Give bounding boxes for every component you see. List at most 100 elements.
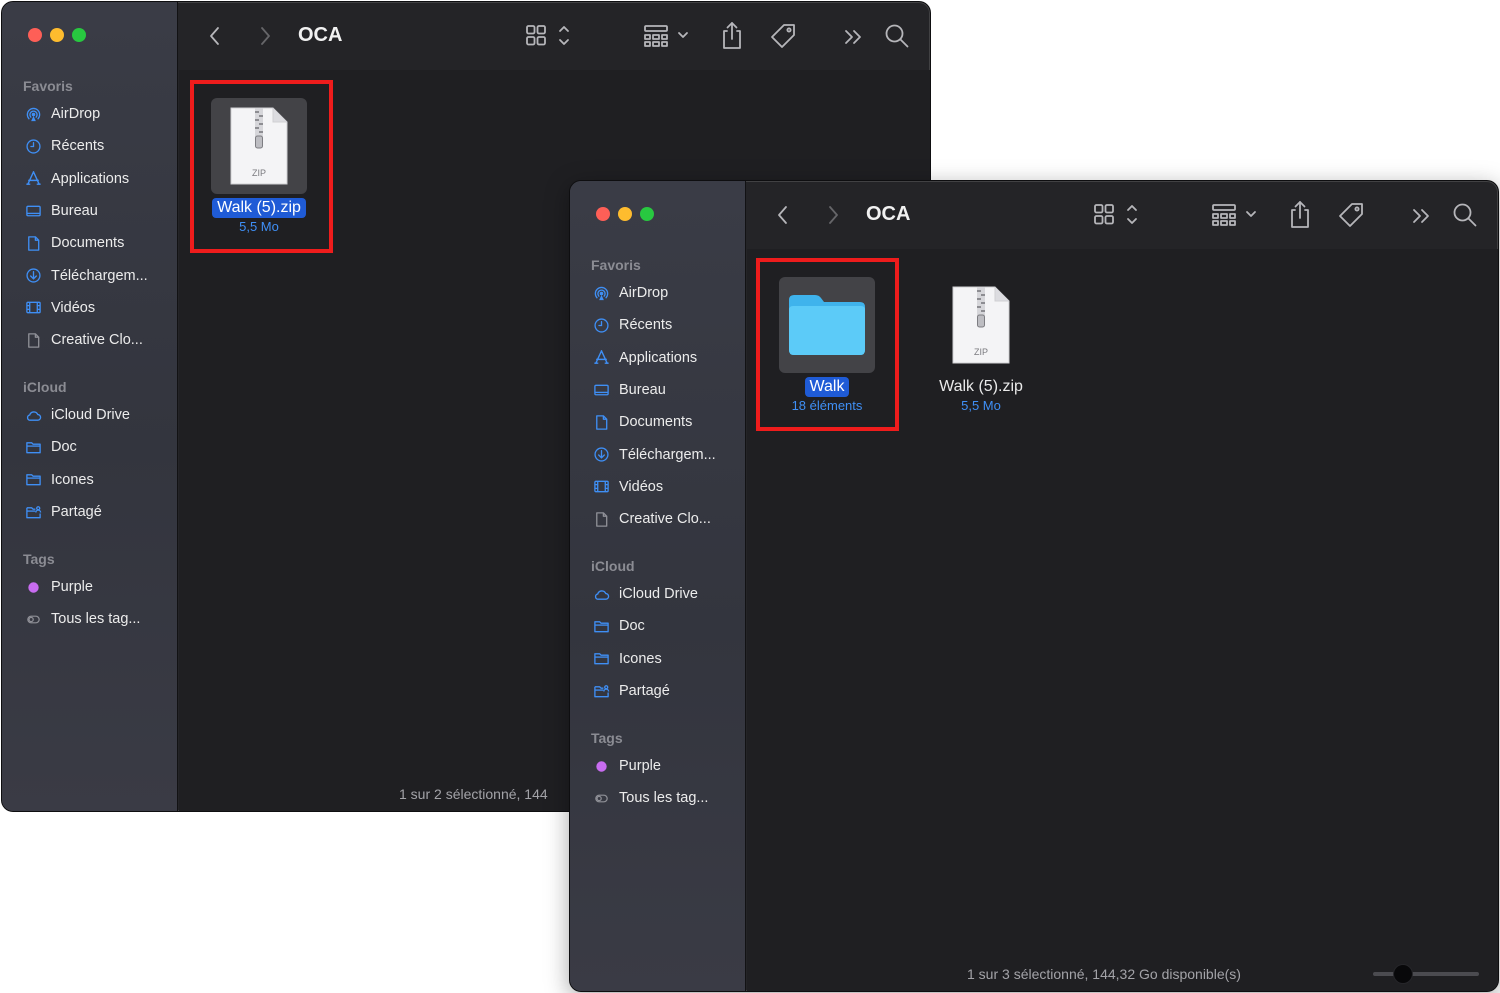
more-button[interactable] xyxy=(841,24,865,50)
search-button[interactable] xyxy=(1451,201,1479,229)
airdrop-icon xyxy=(592,284,610,302)
close-button[interactable] xyxy=(596,207,610,221)
airdrop-icon xyxy=(24,105,42,123)
file-area: Walk 18 éléments ZIP Walk (5).zip 5,5 Mo… xyxy=(747,249,1498,991)
file-item-zip[interactable]: ZIP Walk (5).zip 5,5 Mo xyxy=(921,277,1041,413)
all-tags-icon xyxy=(24,610,42,628)
view-mode-button[interactable] xyxy=(524,22,572,50)
forward-button[interactable] xyxy=(255,22,275,50)
sidebar-item-label: Téléchargem... xyxy=(51,267,148,284)
sidebar-item-label: AirDrop xyxy=(619,285,669,302)
file-thumbnail: ZIP xyxy=(933,277,1029,373)
favorites-list: AirDrop Récents Applications Bureau Document… xyxy=(2,98,178,356)
file-icon xyxy=(592,510,610,528)
svg-text:ZIP: ZIP xyxy=(974,347,988,357)
zoom-button[interactable] xyxy=(640,207,654,221)
sidebar-item-bureau[interactable]: Bureau xyxy=(570,374,746,406)
group-button[interactable] xyxy=(1210,201,1260,229)
search-button[interactable] xyxy=(883,22,911,50)
view-mode-button[interactable] xyxy=(1092,201,1140,229)
sidebar-item-airdrop[interactable]: AirDrop xyxy=(2,98,178,130)
sidebar-item-icloud-drive[interactable]: iCloud Drive xyxy=(2,399,178,431)
sidebar-item-creative-clo[interactable]: Creative Clo... xyxy=(570,503,746,535)
sidebar-item-applications[interactable]: Applications xyxy=(570,342,746,374)
status-bar-text: 1 sur 2 sélectionné, 144 xyxy=(399,786,548,802)
file-icon xyxy=(24,331,42,349)
search-icon xyxy=(885,24,909,48)
favorites-list: AirDrop Récents Applications Bureau Document… xyxy=(570,277,746,535)
minimize-button[interactable] xyxy=(50,28,64,42)
sidebar-item-doc[interactable]: Doc xyxy=(570,610,746,642)
cloud-icon xyxy=(592,585,610,603)
tags-section: Tags Purple Tous les tag... xyxy=(570,726,746,815)
chevron-left-icon xyxy=(210,27,219,45)
icloud-header: iCloud xyxy=(591,558,635,574)
film-icon xyxy=(592,478,610,496)
favorites-section: Favoris AirDrop Récents Applications Bureau… xyxy=(2,74,178,356)
icloud-list: iCloud Drive Doc Icones Partagé xyxy=(2,399,178,528)
search-icon xyxy=(1453,203,1477,227)
sidebar-item-icones[interactable]: Icones xyxy=(2,464,178,496)
sidebar-item-bureau[interactable]: Bureau xyxy=(2,195,178,227)
group-button[interactable] xyxy=(642,22,692,50)
minimize-button[interactable] xyxy=(618,207,632,221)
back-button[interactable] xyxy=(205,22,225,50)
sidebar: Favoris AirDrop Récents Applications Bureau… xyxy=(2,2,178,811)
sidebar-item-label: Applications xyxy=(619,349,698,366)
download-icon xyxy=(592,446,610,464)
tags-list: Purple Tous les tag... xyxy=(2,571,178,636)
toolbar: OCA xyxy=(747,181,1498,249)
sidebar-item-doc[interactable]: Doc xyxy=(2,431,178,463)
share-button[interactable] xyxy=(1287,199,1313,231)
sidebar-item-applications[interactable]: Applications xyxy=(2,163,178,195)
sidebar-item-partag[interactable]: Partagé xyxy=(2,496,178,528)
purple-dot-icon xyxy=(592,757,610,775)
sidebar-item-documents[interactable]: Documents xyxy=(2,227,178,259)
icon-size-slider[interactable] xyxy=(1373,964,1479,984)
sidebar-item-t-l-chargem[interactable]: Téléchargem... xyxy=(2,259,178,291)
tag-icon xyxy=(771,24,795,48)
forward-button[interactable] xyxy=(823,201,843,229)
sidebar-item-creative-clo[interactable]: Creative Clo... xyxy=(2,324,178,356)
tag-button[interactable] xyxy=(1337,201,1367,229)
red-highlight-box xyxy=(756,258,899,431)
sidebar-item-label: Bureau xyxy=(619,382,666,399)
sidebar-item-label: Icones xyxy=(619,650,662,667)
sidebar-item-t-l-chargem[interactable]: Téléchargem... xyxy=(570,438,746,470)
zoom-button[interactable] xyxy=(72,28,86,42)
icloud-section: iCloud iCloud Drive Doc Icones Partagé xyxy=(570,554,746,707)
sidebar-item-icones[interactable]: Icones xyxy=(570,643,746,675)
file-size: 5,5 Mo xyxy=(961,398,1001,413)
shared-folder-icon xyxy=(592,682,610,700)
toolbar: OCA xyxy=(179,2,930,70)
back-button[interactable] xyxy=(773,201,793,229)
sidebar-item-documents[interactable]: Documents xyxy=(570,406,746,438)
purple-dot-icon xyxy=(24,578,42,596)
sidebar-item-partag[interactable]: Partagé xyxy=(570,675,746,707)
sidebar-item-purple[interactable]: Purple xyxy=(570,750,746,782)
folder-icon xyxy=(24,438,42,456)
sidebar-item-vid-os[interactable]: Vidéos xyxy=(570,471,746,503)
window-title: OCA xyxy=(866,203,911,225)
sidebar-item-airdrop[interactable]: AirDrop xyxy=(570,277,746,309)
tag-icon xyxy=(1339,203,1363,227)
sidebar-item-icloud-drive[interactable]: iCloud Drive xyxy=(570,578,746,610)
sidebar-item-label: Creative Clo... xyxy=(51,332,143,349)
share-button[interactable] xyxy=(719,20,745,52)
sidebar-item-label: Bureau xyxy=(51,203,98,220)
slider-knob[interactable] xyxy=(1392,964,1413,984)
icloud-header: iCloud xyxy=(23,379,67,395)
sidebar-item-vid-os[interactable]: Vidéos xyxy=(2,292,178,324)
grid-view-icon xyxy=(526,25,569,46)
desktop-icon xyxy=(592,381,610,399)
sidebar-item-tous-les-tag[interactable]: Tous les tag... xyxy=(570,782,746,814)
more-button[interactable] xyxy=(1409,203,1433,229)
tag-button[interactable] xyxy=(769,22,799,50)
close-button[interactable] xyxy=(28,28,42,42)
sidebar-item-tous-les-tag[interactable]: Tous les tag... xyxy=(2,603,178,635)
sidebar-item-r-cents[interactable]: Récents xyxy=(570,309,746,341)
sidebar-item-purple[interactable]: Purple xyxy=(2,571,178,603)
sidebar-item-label: Doc xyxy=(51,439,77,456)
sidebar-item-label: Tous les tag... xyxy=(619,790,709,807)
sidebar-item-r-cents[interactable]: Récents xyxy=(2,130,178,162)
